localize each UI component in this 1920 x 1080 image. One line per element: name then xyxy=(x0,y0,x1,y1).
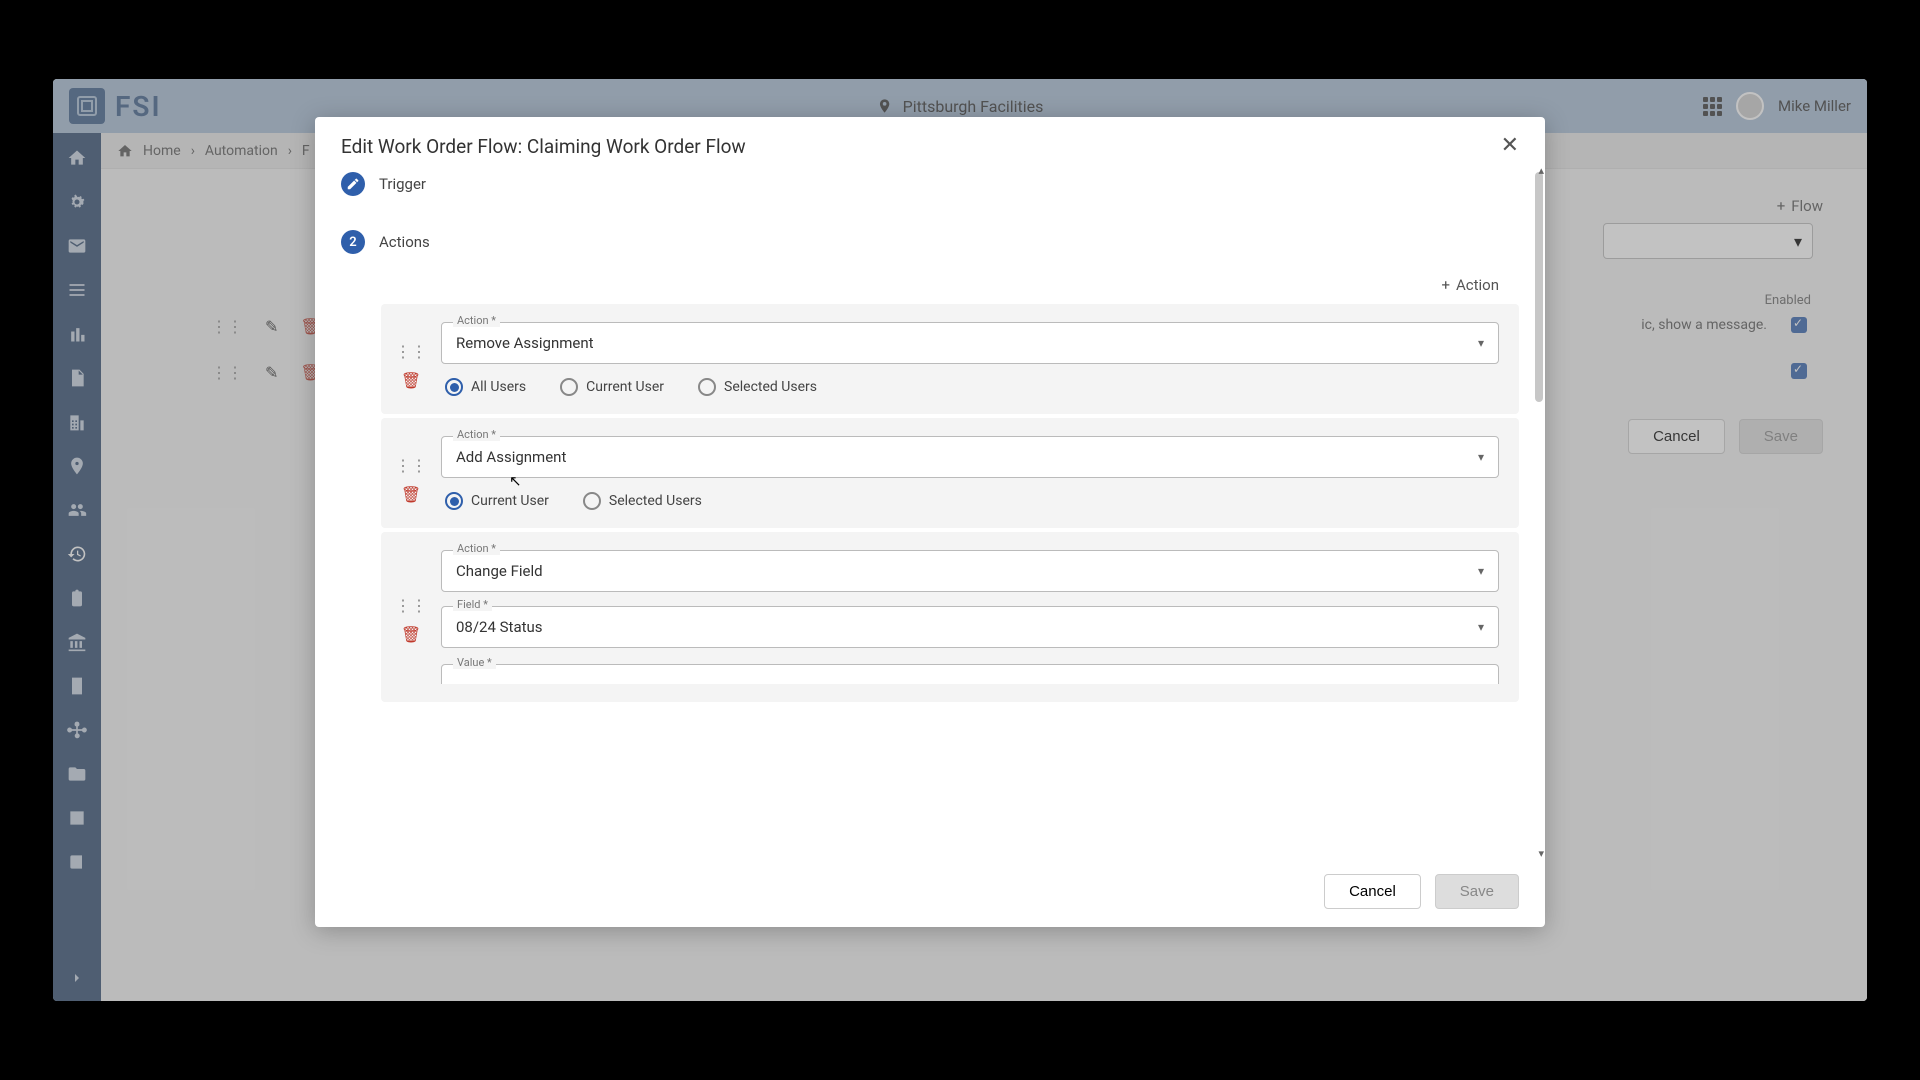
delete-action-icon[interactable]: 🗑 xyxy=(401,625,421,644)
scroll-up-arrow-icon[interactable]: ▴ xyxy=(1538,166,1544,177)
edit-flow-modal: Edit Work Order Flow: Claiming Work Orde… xyxy=(315,117,1545,927)
step-actions[interactable]: 2 Actions xyxy=(341,224,1519,260)
radio-selected-users[interactable]: Selected Users xyxy=(583,492,702,510)
modal-cancel-button[interactable]: Cancel xyxy=(1324,874,1421,909)
action-card: ⋮⋮ 🗑 Action * Add Assignment ▾ xyxy=(381,418,1519,528)
value-select[interactable] xyxy=(441,664,1499,684)
delete-action-icon[interactable]: 🗑 xyxy=(401,485,421,504)
modal-save-button[interactable]: Save xyxy=(1435,874,1519,909)
field-label: Action * xyxy=(453,428,500,441)
action-select[interactable]: Change Field ▾ xyxy=(441,550,1499,592)
caret-down-icon: ▾ xyxy=(1478,564,1484,578)
field-label: Action * xyxy=(453,314,500,327)
delete-action-icon[interactable]: 🗑 xyxy=(401,371,421,390)
action-card: ↖ ⋮⋮ 🗑 Action * Remove Assignment xyxy=(381,304,1519,414)
plus-icon: + xyxy=(1441,276,1450,294)
drag-handle-icon[interactable]: ⋮⋮ xyxy=(395,456,427,475)
radio-selected-users[interactable]: Selected Users xyxy=(698,378,817,396)
radio-current-user[interactable]: Current User xyxy=(445,492,549,510)
radio-current-user[interactable]: Current User xyxy=(560,378,664,396)
action-select[interactable]: Add Assignment ▾ xyxy=(441,436,1499,478)
action-card: ⋮⋮ 🗑 Action * Change Field ▾ xyxy=(381,532,1519,702)
step-trigger-icon xyxy=(341,172,365,196)
add-action-button[interactable]: + Action xyxy=(381,272,1519,304)
drag-handle-icon[interactable]: ⋮⋮ xyxy=(395,596,427,615)
scrollbar[interactable] xyxy=(1535,172,1543,402)
field-label: Field * xyxy=(453,598,492,611)
step-trigger[interactable]: Trigger xyxy=(341,166,1519,202)
radio-all-users[interactable]: All Users xyxy=(445,378,526,396)
step-actions-label: Actions xyxy=(379,233,430,251)
field-label: Value * xyxy=(453,656,496,669)
field-select[interactable]: 08/24 Status ▾ xyxy=(441,606,1499,648)
modal-overlay: Edit Work Order Flow: Claiming Work Orde… xyxy=(53,79,1867,1001)
scroll-down-arrow-icon[interactable]: ▾ xyxy=(1538,847,1544,860)
caret-down-icon: ▾ xyxy=(1478,336,1484,350)
caret-down-icon: ▾ xyxy=(1478,620,1484,634)
step-actions-number: 2 xyxy=(341,230,365,254)
field-label: Action * xyxy=(453,542,500,555)
caret-down-icon: ▾ xyxy=(1478,450,1484,464)
modal-title: Edit Work Order Flow: Claiming Work Orde… xyxy=(341,135,746,158)
drag-handle-icon[interactable]: ⋮⋮ xyxy=(395,342,427,361)
action-select[interactable]: Remove Assignment ▾ xyxy=(441,322,1499,364)
close-icon[interactable]: ✕ xyxy=(1501,135,1519,157)
step-trigger-label: Trigger xyxy=(379,175,426,193)
